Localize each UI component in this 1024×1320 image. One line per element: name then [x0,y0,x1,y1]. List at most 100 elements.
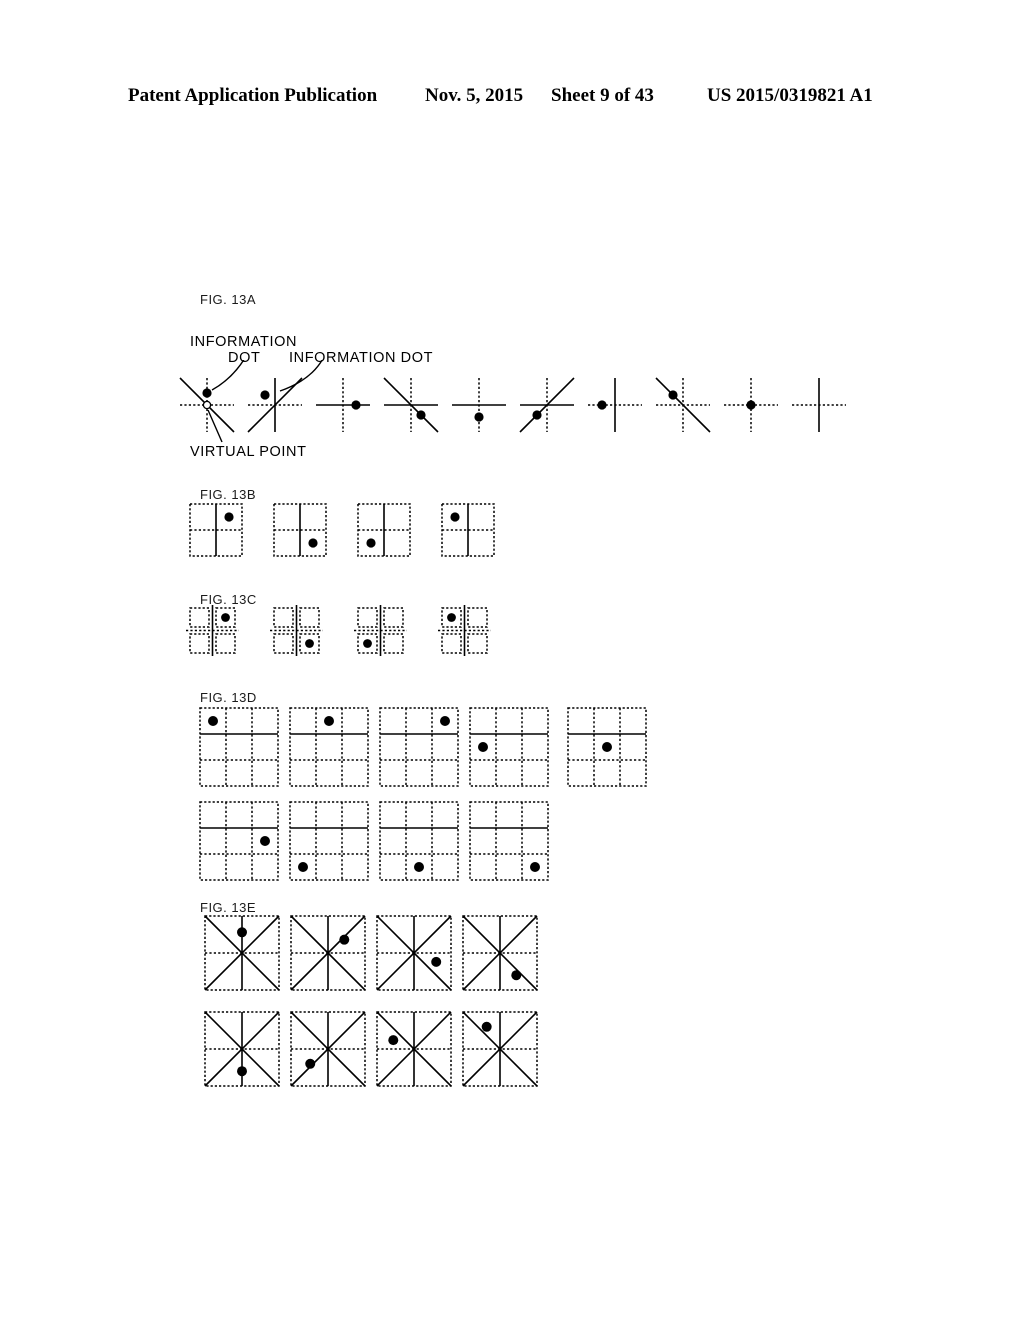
information-dot [237,927,247,938]
grid-3x3-8 [379,801,459,881]
information-dot [351,400,361,410]
four-squares-2 [270,605,323,656]
cross-pattern-9 [724,378,778,432]
information-dot [440,716,450,726]
information-dot [308,538,318,548]
center-point [326,1047,330,1051]
cell-square [189,607,210,628]
information-dot [224,512,234,522]
grid-3x3-6 [199,801,279,881]
grid-3x3-2 [289,707,369,787]
cross-pattern-10 [792,378,846,432]
information-dot [324,716,334,726]
information-dot [260,836,270,846]
grid-3x3-3 [379,707,459,787]
octant-square-1 [204,915,280,991]
information-dot [746,400,756,410]
grid-3x3-9 [469,801,549,881]
octant-square-6 [290,1011,366,1087]
page-header: Patent Application Publication Nov. 5, 2… [0,85,1024,111]
cell-square [189,633,210,654]
cell-square [441,633,462,654]
four-squares-1 [186,605,239,656]
callout-leaders [207,360,323,443]
cross-pattern-2 [247,377,303,433]
cross-pattern-1 [179,377,235,433]
octant-square-4 [462,915,538,991]
cell-square [383,633,404,654]
center-point [240,1047,244,1051]
grid-3x3-1 [199,707,279,787]
cell-square [467,633,488,654]
cross-pattern-6 [519,377,575,433]
information-dot [474,412,484,422]
center-point [412,1047,416,1051]
information-dot [668,390,678,400]
virtual-point-marker [202,400,212,410]
information-dot [388,1035,399,1046]
four-squares-4 [438,605,491,656]
grid-3x3-4 [469,707,549,787]
figure-13b-drawing [189,503,495,557]
cell-square [299,607,320,628]
cell-square [215,633,236,654]
information-dot [511,970,522,981]
information-dot [305,1058,316,1069]
grid-2x2-1 [189,503,243,557]
cross-pattern-8 [655,377,711,433]
leader-information-dot-2 [279,360,323,392]
information-dot [450,512,460,522]
information-dot [478,742,488,752]
cell-square [383,607,404,628]
grid-3x3-7 [289,801,369,881]
grid-2x2-3 [357,503,411,557]
octant-square-3 [376,915,452,991]
information-dot [414,862,424,872]
cross-pattern-4 [383,377,439,433]
information-dot [221,613,230,622]
information-dot [532,410,542,420]
grid-3x3-5 [567,707,647,787]
information-dot [298,862,308,872]
callout-information-dot-line1: INFORMATION [190,334,298,350]
information-dot [339,934,350,945]
octant-square-2 [290,915,366,991]
leader-information-dot-1 [211,360,245,391]
information-dot [208,716,218,726]
octant-square-8 [462,1011,538,1087]
cell-square [273,633,294,654]
information-dot [602,742,612,752]
information-dot [530,862,540,872]
center-point [498,1047,502,1051]
four-squares-3 [354,605,407,656]
figure-label-13a: FIG. 13A [200,292,257,307]
octant-square-7 [376,1011,452,1087]
information-dot [416,410,426,420]
information-dot [447,613,456,622]
information-dot [597,400,607,410]
grid-2x2-4 [441,503,495,557]
octant-square-5 [204,1011,280,1087]
information-dot [481,1021,492,1032]
leader-virtual-point [207,409,223,443]
information-dot [237,1066,247,1077]
information-dot [260,390,270,400]
center-point [326,951,330,955]
information-dot [431,956,442,967]
information-dot [366,538,376,548]
center-point [240,951,244,955]
information-dot [305,639,314,648]
cell-square [467,607,488,628]
cell-square [357,607,378,628]
center-point [498,951,502,955]
header-sheet-number: Sheet 9 of 43 [551,85,654,106]
header-patent-number: US 2015/0319821 A1 [707,85,873,106]
figure-13c-drawing [186,605,491,656]
grid-2x2-2 [273,503,327,557]
figure-13a-drawing [179,360,846,443]
cross-pattern-5 [452,378,506,432]
center-point [412,951,416,955]
cell-square [273,607,294,628]
header-date: Nov. 5, 2015 [425,85,524,106]
information-dot [202,388,212,398]
